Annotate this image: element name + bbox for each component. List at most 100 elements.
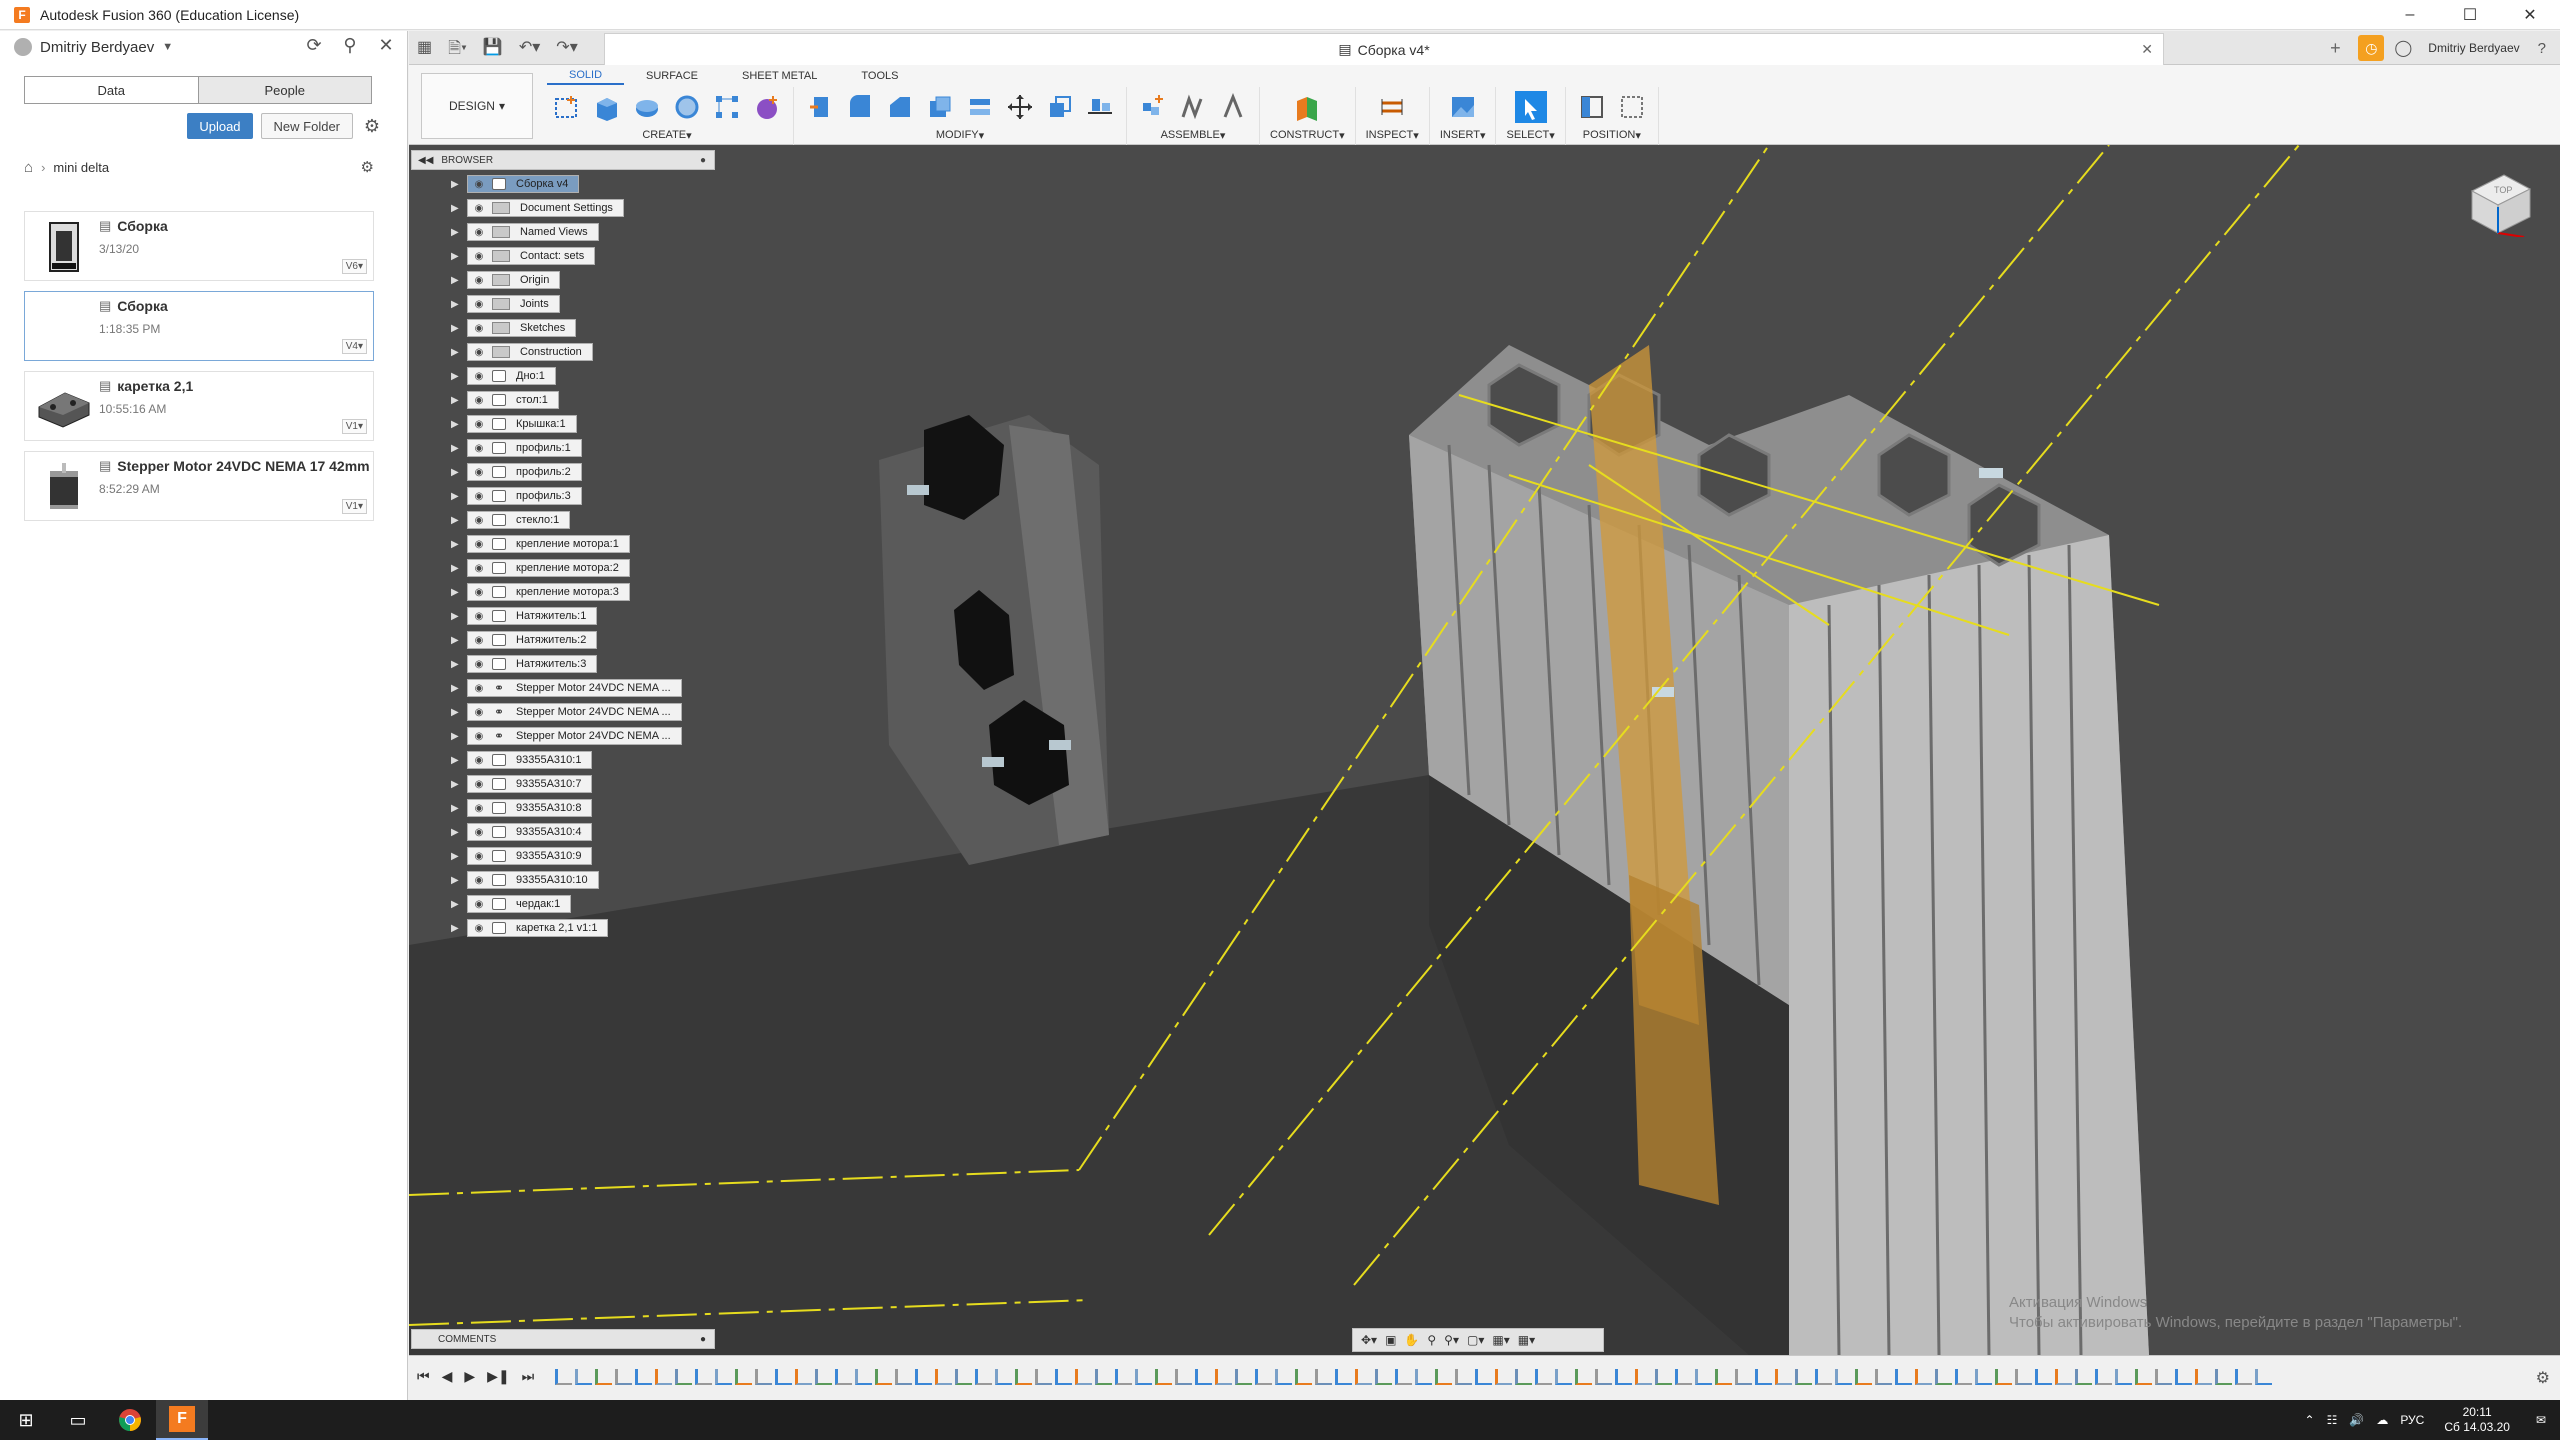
timeline-settings-icon[interactable]: ⚙ bbox=[2536, 1368, 2550, 1388]
visibility-eye-icon[interactable]: ◉ bbox=[472, 419, 486, 430]
volume-icon[interactable]: 🔊 bbox=[2349, 1413, 2364, 1427]
capture-position-icon[interactable] bbox=[1576, 91, 1608, 123]
timeline-feature-icon[interactable] bbox=[1875, 1369, 1892, 1385]
notifications-icon[interactable]: ✉ bbox=[2536, 1413, 2546, 1427]
timeline-feature-icon[interactable] bbox=[1375, 1369, 1392, 1385]
timeline-feature-icon[interactable] bbox=[1975, 1369, 1992, 1385]
expand-arrow-icon[interactable]: ▶ bbox=[451, 227, 461, 238]
viewcube[interactable]: TOP bbox=[2464, 167, 2534, 238]
timeline-feature-icon[interactable] bbox=[1075, 1369, 1092, 1385]
display-settings-icon[interactable]: ▢▾ bbox=[1467, 1333, 1484, 1347]
timeline-feature-icon[interactable] bbox=[1455, 1369, 1472, 1385]
close-tab-icon[interactable]: ✕ bbox=[2141, 41, 2153, 58]
visibility-eye-icon[interactable]: ◉ bbox=[472, 587, 486, 598]
browser-node[interactable]: ◉ Дно:1 bbox=[467, 367, 556, 385]
visibility-eye-icon[interactable]: ◉ bbox=[472, 731, 486, 742]
breadcrumb-project[interactable]: mini delta bbox=[53, 160, 109, 175]
tab-solid[interactable]: SOLID bbox=[547, 67, 625, 85]
refresh-icon[interactable]: ⟳ bbox=[303, 35, 325, 56]
browser-node[interactable]: ◉ 93355A310:8 bbox=[467, 799, 593, 817]
visibility-eye-icon[interactable]: ◉ bbox=[472, 755, 486, 766]
browser-node[interactable]: ◉ профиль:1 bbox=[467, 439, 582, 457]
timeline-feature-icon[interactable] bbox=[1795, 1369, 1812, 1385]
timeline-feature-icon[interactable] bbox=[1535, 1369, 1552, 1385]
visibility-eye-icon[interactable]: ◉ bbox=[472, 251, 486, 262]
chamfer-icon[interactable] bbox=[884, 91, 916, 123]
timeline-feature-icon[interactable] bbox=[815, 1369, 832, 1385]
timeline-feature-icon[interactable] bbox=[1495, 1369, 1512, 1385]
step-back-icon[interactable]: ◀ bbox=[442, 1368, 453, 1385]
insert-menu[interactable]: INSERT ▾ bbox=[1440, 127, 1486, 143]
fusion-taskbar-icon[interactable]: F bbox=[156, 1400, 208, 1440]
file-card[interactable]: ▤ Сборка 1:18:35 PM V4▾ bbox=[24, 291, 374, 361]
browser-node[interactable]: ◉ ⚭ Stepper Motor 24VDC NEMA ... bbox=[467, 727, 682, 745]
timeline-feature-icon[interactable] bbox=[975, 1369, 992, 1385]
task-view-icon[interactable]: ▭ bbox=[52, 1400, 104, 1440]
visibility-eye-icon[interactable]: ◉ bbox=[472, 611, 486, 622]
timeline-feature-icon[interactable] bbox=[1735, 1369, 1752, 1385]
expand-arrow-icon[interactable]: ▶ bbox=[451, 635, 461, 646]
expand-arrow-icon[interactable]: ▶ bbox=[451, 587, 461, 598]
timeline-feature-icon[interactable] bbox=[1675, 1369, 1692, 1385]
expand-arrow-icon[interactable]: ▶ bbox=[451, 395, 461, 406]
visibility-eye-icon[interactable]: ◉ bbox=[472, 275, 486, 286]
timeline-feature-icon[interactable] bbox=[1475, 1369, 1492, 1385]
expand-arrow-icon[interactable]: ▶ bbox=[451, 707, 461, 718]
visibility-eye-icon[interactable]: ◉ bbox=[472, 827, 486, 838]
gear-icon[interactable]: ⚙ bbox=[361, 116, 383, 137]
timeline-feature-icon[interactable] bbox=[755, 1369, 772, 1385]
windows-start-icon[interactable]: ⊞ bbox=[0, 1400, 52, 1440]
timeline-feature-icon[interactable] bbox=[675, 1369, 692, 1385]
timeline-feature-icon[interactable] bbox=[2095, 1369, 2112, 1385]
visibility-eye-icon[interactable]: ◉ bbox=[472, 515, 486, 526]
timeline-feature-icon[interactable] bbox=[1215, 1369, 1232, 1385]
shell-icon[interactable] bbox=[924, 91, 956, 123]
expand-arrow-icon[interactable]: ▶ bbox=[451, 851, 461, 862]
close-panel-icon[interactable]: ✕ bbox=[375, 35, 397, 56]
model-canvas[interactable] bbox=[409, 145, 2560, 1355]
revert-position-icon[interactable] bbox=[1616, 91, 1648, 123]
visibility-eye-icon[interactable]: ◉ bbox=[472, 875, 486, 886]
expand-arrow-icon[interactable]: ▶ bbox=[451, 467, 461, 478]
new-folder-button[interactable]: New Folder bbox=[260, 113, 353, 139]
expand-arrow-icon[interactable]: ▶ bbox=[451, 299, 461, 310]
fit-icon[interactable]: ⚲▾ bbox=[1444, 1333, 1459, 1347]
timeline-feature-icon[interactable] bbox=[775, 1369, 792, 1385]
select-menu[interactable]: SELECT ▾ bbox=[1506, 127, 1554, 143]
file-card[interactable]: ▤ Сборка 3/13/20 V6▾ bbox=[24, 211, 374, 281]
redo-icon[interactable]: ↷▾ bbox=[556, 37, 577, 64]
timeline-feature-icon[interactable] bbox=[2135, 1369, 2152, 1385]
look-at-icon[interactable]: ▣ bbox=[1385, 1333, 1396, 1347]
orbit-icon[interactable]: ✥▾ bbox=[1361, 1333, 1377, 1347]
visibility-eye-icon[interactable]: ◉ bbox=[472, 299, 486, 310]
timeline-feature-icon[interactable] bbox=[1615, 1369, 1632, 1385]
visibility-eye-icon[interactable]: ◉ bbox=[472, 635, 486, 646]
align-icon[interactable] bbox=[1084, 91, 1116, 123]
expand-arrow-icon[interactable]: ▶ bbox=[451, 491, 461, 502]
visibility-eye-icon[interactable]: ◉ bbox=[472, 779, 486, 790]
timeline-feature-icon[interactable] bbox=[715, 1369, 732, 1385]
timeline-features[interactable] bbox=[555, 1369, 2500, 1389]
as-built-joint-icon[interactable] bbox=[1217, 91, 1249, 123]
version-badge[interactable]: V1▾ bbox=[341, 419, 367, 434]
timeline-feature-icon[interactable] bbox=[1775, 1369, 1792, 1385]
rectangular-pattern-icon[interactable] bbox=[711, 91, 743, 123]
expand-arrow-icon[interactable]: ▶ bbox=[451, 899, 461, 910]
undo-icon[interactable]: ↶▾ bbox=[519, 37, 540, 64]
timeline-feature-icon[interactable] bbox=[2075, 1369, 2092, 1385]
visibility-eye-icon[interactable]: ◉ bbox=[472, 491, 486, 502]
expand-arrow-icon[interactable]: ▶ bbox=[451, 731, 461, 742]
expand-arrow-icon[interactable]: ▶ bbox=[451, 827, 461, 838]
notifications-icon[interactable]: ◯ bbox=[2394, 38, 2412, 58]
browser-node[interactable]: ◉ Натяжитель:3 bbox=[467, 655, 598, 673]
timeline-feature-icon[interactable] bbox=[2175, 1369, 2192, 1385]
timeline-feature-icon[interactable] bbox=[795, 1369, 812, 1385]
zoom-icon[interactable]: ⚲ bbox=[1427, 1333, 1436, 1347]
timeline-feature-icon[interactable] bbox=[1755, 1369, 1772, 1385]
construct-menu[interactable]: CONSTRUCT ▾ bbox=[1270, 127, 1345, 143]
pin-icon[interactable]: ● bbox=[700, 155, 706, 166]
timeline-feature-icon[interactable] bbox=[1355, 1369, 1372, 1385]
visibility-eye-icon[interactable]: ◉ bbox=[472, 707, 486, 718]
timeline-feature-icon[interactable] bbox=[1995, 1369, 2012, 1385]
chrome-icon[interactable] bbox=[104, 1400, 156, 1440]
